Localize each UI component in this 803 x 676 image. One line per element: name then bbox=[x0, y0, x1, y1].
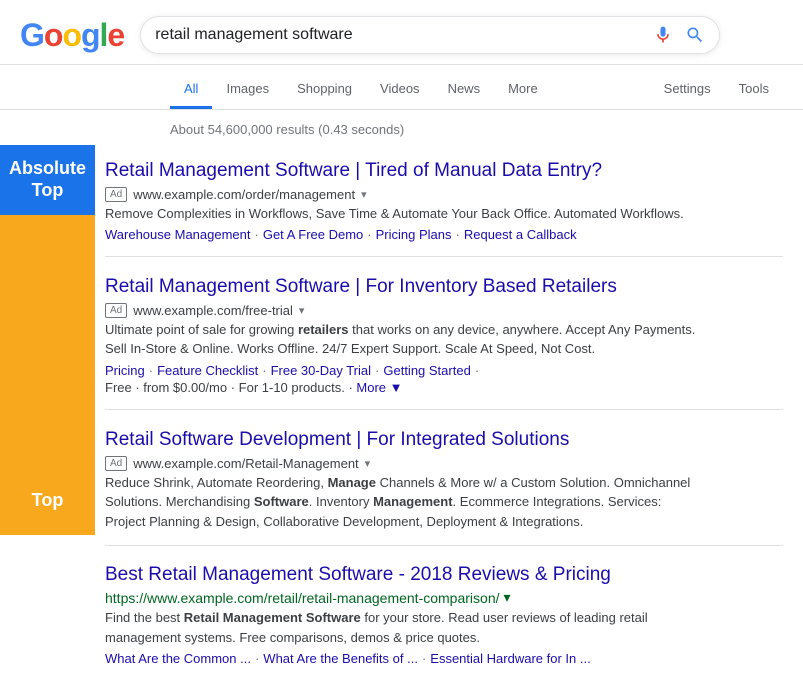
ad-badge-1: Ad bbox=[105, 187, 127, 202]
absolute-top-label: Absolute Top bbox=[0, 145, 95, 215]
organic-result-1-snippet: Find the best Retail Management Software… bbox=[105, 608, 705, 647]
search-icon[interactable] bbox=[685, 25, 705, 45]
divider-1 bbox=[105, 256, 783, 257]
ad-result-3: Retail Software Development | For Integr… bbox=[105, 414, 783, 541]
google-logo[interactable]: Google bbox=[20, 17, 124, 54]
organic-result-1-title[interactable]: Best Retail Management Software - 2018 R… bbox=[105, 564, 783, 586]
sitelink-more[interactable]: More ▼ bbox=[356, 380, 402, 395]
ad-result-3-url-row: Ad www.example.com/Retail-Management ▾ bbox=[105, 456, 783, 471]
nav-right: Settings Tools bbox=[650, 71, 783, 109]
organic-result-1-sublinks: What Are the Common ... · What Are the B… bbox=[105, 651, 783, 666]
ad-result-2-sitelinks: Pricing · Feature Checklist · Free 30-Da… bbox=[105, 363, 783, 378]
url-arrow-3: ▾ bbox=[365, 457, 371, 470]
nav-item-shopping[interactable]: Shopping bbox=[283, 71, 366, 109]
sitelink-demo[interactable]: Get A Free Demo bbox=[263, 227, 363, 242]
results-info: About 54,600,000 results (0.43 seconds) bbox=[0, 110, 803, 145]
nav-item-settings[interactable]: Settings bbox=[650, 71, 725, 109]
ad-result-2-title[interactable]: Retail Management Software | For Invento… bbox=[105, 275, 783, 300]
ad-result-2-url: www.example.com/free-trial bbox=[133, 303, 293, 318]
ad-result-2-snippet: Ultimate point of sale for growing retai… bbox=[105, 320, 705, 359]
ad-result-1-sitelinks: Warehouse Management · Get A Free Demo ·… bbox=[105, 227, 783, 242]
ad-result-1-snippet: Remove Complexities in Workflows, Save T… bbox=[105, 204, 705, 224]
nav-item-all[interactable]: All bbox=[170, 71, 212, 109]
nav-item-more[interactable]: More bbox=[494, 71, 552, 109]
ad-result-3-title[interactable]: Retail Software Development | For Integr… bbox=[105, 428, 783, 453]
nav-item-images[interactable]: Images bbox=[212, 71, 283, 109]
search-icons bbox=[653, 25, 705, 45]
nav-left: All Images Shopping Videos News More bbox=[170, 71, 552, 109]
sitelink-pricing2[interactable]: Pricing bbox=[105, 363, 145, 378]
sitelink-started[interactable]: Getting Started bbox=[383, 363, 470, 378]
search-box bbox=[140, 16, 720, 54]
organic-result-1: Best Retail Management Software - 2018 R… bbox=[105, 550, 783, 676]
ad-result-2: Retail Management Software | For Invento… bbox=[105, 261, 783, 405]
ad-result-1-url: www.example.com/order/management bbox=[133, 187, 355, 202]
main: Absolute Top Top Retail Management Softw… bbox=[0, 145, 803, 676]
nav-item-videos[interactable]: Videos bbox=[366, 71, 434, 109]
ad-result-1-title[interactable]: Retail Management Software | Tired of Ma… bbox=[105, 159, 783, 184]
url-arrow-organic: ▾ bbox=[504, 589, 511, 606]
divider-2 bbox=[105, 409, 783, 410]
results: Retail Management Software | Tired of Ma… bbox=[105, 145, 803, 676]
search-input[interactable] bbox=[155, 26, 643, 44]
ad-result-3-snippet: Reduce Shrink, Automate Reordering, Mana… bbox=[105, 473, 705, 532]
url-arrow-2: ▾ bbox=[299, 304, 305, 317]
sublink-benefits[interactable]: What Are the Benefits of ... bbox=[263, 651, 418, 666]
ad-badge-3: Ad bbox=[105, 456, 127, 471]
ad-result-2-free: Free · from $0.00/mo · For 1-10 products… bbox=[105, 380, 783, 395]
labels-sidebar: Absolute Top Top bbox=[0, 145, 105, 676]
sublink-hardware[interactable]: Essential Hardware for In ... bbox=[430, 651, 590, 666]
top-label: Top bbox=[0, 215, 95, 535]
sitelink-callback[interactable]: Request a Callback bbox=[464, 227, 577, 242]
nav-item-tools[interactable]: Tools bbox=[725, 71, 783, 109]
sitelink-trial[interactable]: Free 30-Day Trial bbox=[271, 363, 371, 378]
ad-result-3-url: www.example.com/Retail-Management bbox=[133, 456, 358, 471]
mic-icon[interactable] bbox=[653, 25, 673, 45]
ad-result-1: Retail Management Software | Tired of Ma… bbox=[105, 145, 783, 252]
ad-badge-2: Ad bbox=[105, 303, 127, 318]
ad-result-1-url-row: Ad www.example.com/order/management ▾ bbox=[105, 187, 783, 202]
nav: All Images Shopping Videos News More Set… bbox=[0, 65, 803, 110]
sitelink-pricing[interactable]: Pricing Plans bbox=[376, 227, 452, 242]
url-arrow-1: ▾ bbox=[361, 188, 367, 201]
header: Google bbox=[0, 0, 803, 65]
divider-3 bbox=[105, 545, 783, 546]
organic-result-1-url: https://www.example.com/retail/retail-ma… bbox=[105, 589, 783, 606]
sitelink-checklist[interactable]: Feature Checklist bbox=[157, 363, 258, 378]
sublink-common[interactable]: What Are the Common ... bbox=[105, 651, 251, 666]
ad-result-2-url-row: Ad www.example.com/free-trial ▾ bbox=[105, 303, 783, 318]
sitelink-warehouse[interactable]: Warehouse Management bbox=[105, 227, 251, 242]
nav-item-news[interactable]: News bbox=[434, 71, 495, 109]
